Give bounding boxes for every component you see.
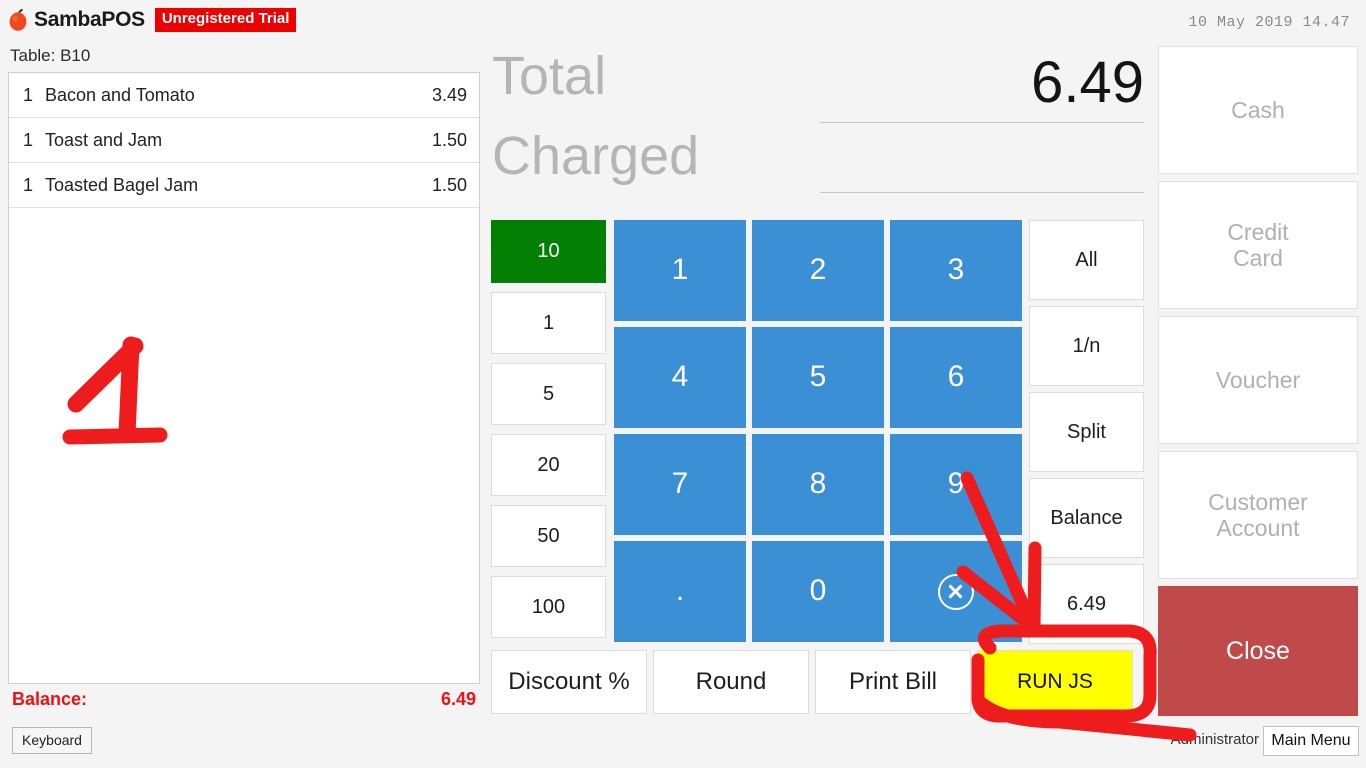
payment-button-label: Credit Card — [1227, 219, 1288, 272]
order-item-name: Bacon and Tomato — [45, 84, 195, 105]
numeric-keypad: 123456789.0 — [614, 220, 1022, 648]
keypad-row: 789 — [614, 434, 1022, 535]
order-quantity: 1 — [23, 84, 34, 105]
sambapos-payment-screen: SambaPOS Unregistered Trial Table: B10 1… — [0, 0, 1366, 768]
order-item-price: 3.49 — [431, 84, 467, 105]
keypad-key-2[interactable]: 2 — [752, 220, 884, 321]
table-label: Table: B10 — [10, 46, 91, 65]
keypad-row: 123 — [614, 220, 1022, 321]
clear-circle-x-glyph — [938, 573, 974, 610]
payment-button-credit-card[interactable]: Credit Card — [1158, 181, 1358, 309]
keypad-key-5[interactable]: 5 — [752, 327, 884, 428]
brand-name: SambaPOS — [34, 8, 145, 31]
order-item-name: Toasted Bagel Jam — [45, 174, 199, 195]
main-menu-button[interactable]: Main Menu — [1263, 726, 1359, 756]
apple-logo-icon — [8, 8, 28, 32]
order-list-panel[interactable]: 1 Bacon and Tomato 3.49 1 Toast and Jam 1.50 1… — [8, 72, 480, 684]
keypad-row: 456 — [614, 327, 1022, 428]
order-row[interactable]: 1 Toasted Bagel Jam 1.50 — [9, 163, 479, 208]
action-button-1-n[interactable]: 1/n — [1029, 306, 1144, 386]
keypad-row: .0 — [614, 541, 1022, 642]
keypad-key-6[interactable]: 6 — [890, 327, 1022, 428]
bottom-button-discount-[interactable]: Discount % — [491, 650, 647, 714]
quick-amount-button-5[interactable]: 5 — [491, 363, 606, 425]
keypad-key-0[interactable]: 0 — [752, 541, 884, 642]
order-item-name: Toast and Jam — [45, 129, 163, 150]
trial-badge: Unregistered Trial — [154, 8, 297, 32]
balance-value: 6.49 — [440, 689, 476, 709]
payment-button-voucher[interactable]: Voucher — [1158, 316, 1358, 444]
brand-logo: SambaPOS Unregistered Trial — [8, 8, 297, 32]
payment-button-label: Customer Account — [1208, 489, 1308, 542]
total-underline — [820, 122, 1144, 123]
action-button-split[interactable]: Split — [1029, 392, 1144, 472]
action-button-6-49[interactable]: 6.49 — [1029, 564, 1144, 644]
bottom-button-run-js[interactable]: RUN JS — [977, 650, 1133, 714]
payment-label-line1: Credit — [1227, 218, 1289, 245]
quick-amount-column: 10 1 5 20 50 100 — [491, 220, 606, 647]
bottom-button-row: Discount % Round Print Bill RUN JS — [491, 650, 1133, 714]
keypad-key-8[interactable]: 8 — [752, 434, 884, 535]
order-quantity: 1 — [23, 129, 34, 150]
keypad-key-1[interactable]: 1 — [614, 220, 746, 321]
keyboard-button[interactable]: Keyboard — [12, 727, 92, 754]
payment-button-close[interactable]: Close — [1158, 586, 1358, 716]
datetime-display: 10 May 2019 14.47 — [1188, 14, 1350, 31]
bottom-button-round[interactable]: Round — [653, 650, 809, 714]
payment-label-line1: Customer — [1208, 488, 1308, 515]
keypad-key-9[interactable]: 9 — [890, 434, 1022, 535]
quick-amount-button-50[interactable]: 50 — [491, 505, 606, 567]
payment-button-customer-account[interactable]: Customer Account — [1158, 451, 1358, 579]
keypad-key-3[interactable]: 3 — [890, 220, 1022, 321]
payment-button-cash[interactable]: Cash — [1158, 46, 1358, 174]
keypad-key-7[interactable]: 7 — [614, 434, 746, 535]
quick-amount-button-100[interactable]: 100 — [491, 576, 606, 638]
totals-area: Total 6.49 Charged — [492, 46, 1144, 198]
clear-circle-x-icon[interactable] — [890, 541, 1022, 642]
balance-label: Balance: — [12, 689, 88, 709]
keypad-key-4[interactable]: 4 — [614, 327, 746, 428]
bottom-button-print-bill[interactable]: Print Bill — [815, 650, 971, 714]
action-button-all[interactable]: All — [1029, 220, 1144, 300]
action-button-balance[interactable]: Balance — [1029, 478, 1144, 558]
payment-action-column: All 1/n Split Balance 6.49 — [1029, 220, 1144, 650]
keypad-key-decimal[interactable]: . — [614, 541, 746, 642]
charged-underline — [820, 192, 1144, 193]
total-value: 6.49 — [1031, 50, 1144, 115]
payment-label-line2: Card — [1233, 245, 1283, 271]
quick-amount-button-10[interactable]: 10 — [491, 220, 606, 283]
balance-row: Balance: 6.49 — [12, 689, 476, 710]
order-item-price: 1.50 — [431, 174, 467, 195]
order-quantity: 1 — [23, 174, 34, 195]
quick-amount-button-20[interactable]: 20 — [491, 434, 606, 496]
order-rows: 1 Bacon and Tomato 3.49 1 Toast and Jam 1.50 1… — [9, 73, 479, 208]
quick-amount-button-1[interactable]: 1 — [491, 292, 606, 354]
order-item-price: 1.50 — [431, 129, 467, 150]
payment-type-column: Cash Credit Card Voucher Customer Account Clos… — [1158, 46, 1358, 723]
order-row[interactable]: 1 Bacon and Tomato 3.49 — [9, 73, 479, 118]
charged-label: Charged — [492, 126, 700, 186]
payment-label-line2: Account — [1216, 515, 1300, 541]
current-user-label: Administrator — [1170, 731, 1259, 748]
total-label: Total — [492, 46, 607, 106]
app-header: SambaPOS Unregistered Trial Table: B10 1… — [0, 0, 1366, 65]
order-row[interactable]: 1 Toast and Jam 1.50 — [9, 118, 479, 163]
